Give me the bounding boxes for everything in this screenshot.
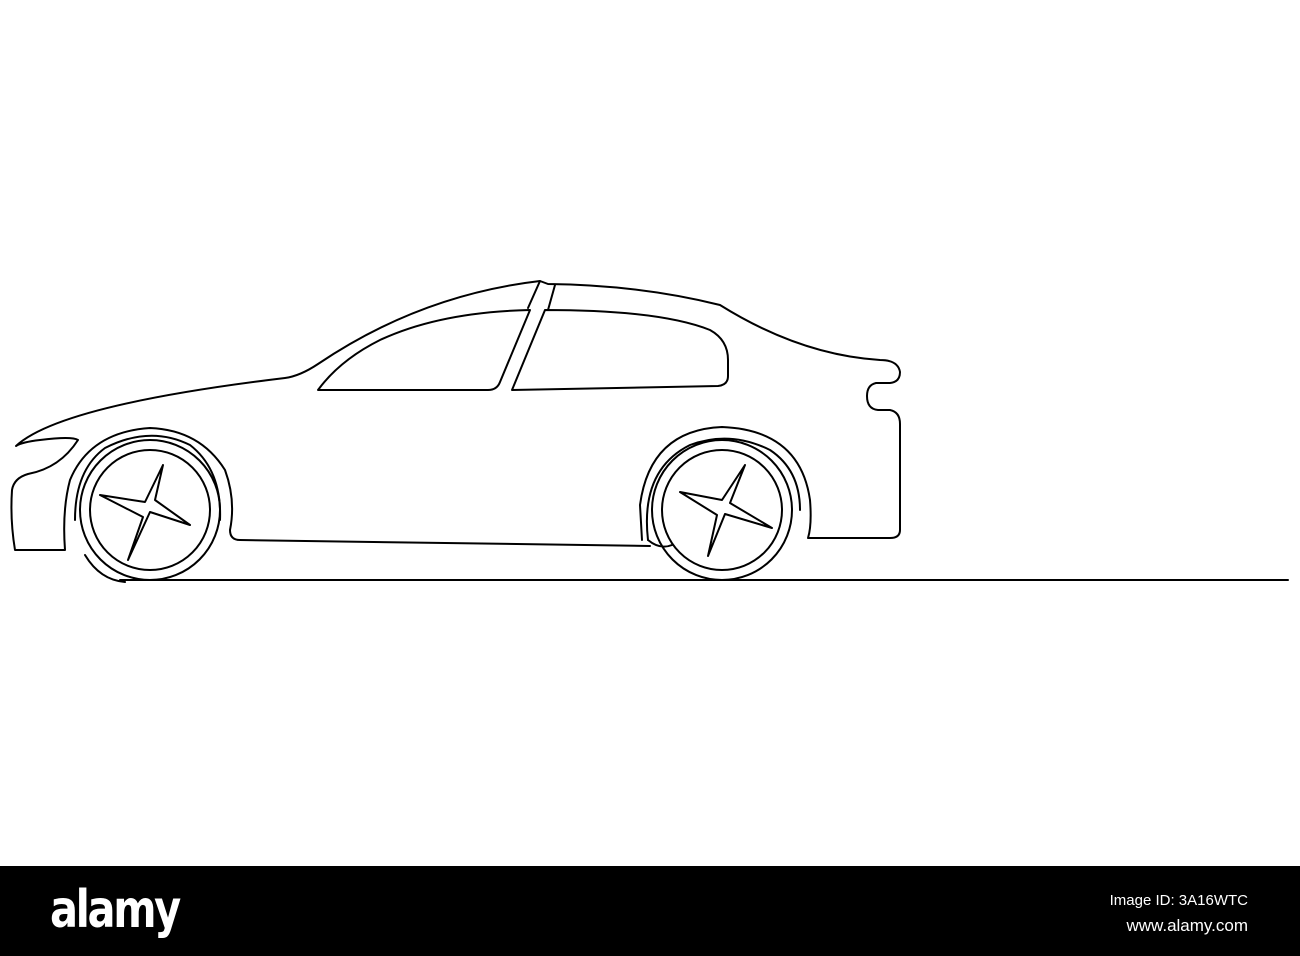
wheel-arch-inner xyxy=(74,434,801,541)
front-window xyxy=(317,309,531,391)
car-line-drawing xyxy=(10,280,1289,583)
car-body-outline xyxy=(10,280,901,551)
front-wheel xyxy=(79,439,221,581)
alamy-logo: alamy xyxy=(50,880,181,940)
site-url: www.alamy.com xyxy=(1126,916,1248,935)
rear-wheel xyxy=(651,439,793,581)
a-pillar-line xyxy=(527,280,556,311)
rim-spokes xyxy=(679,464,773,557)
image-id: Image ID: 3A16WTC xyxy=(1109,892,1248,909)
watermark-bar: alamy Image ID: 3A16WTC www.alamy.com xyxy=(0,866,1300,956)
rear-window xyxy=(511,309,729,391)
rim-spokes xyxy=(99,464,191,561)
